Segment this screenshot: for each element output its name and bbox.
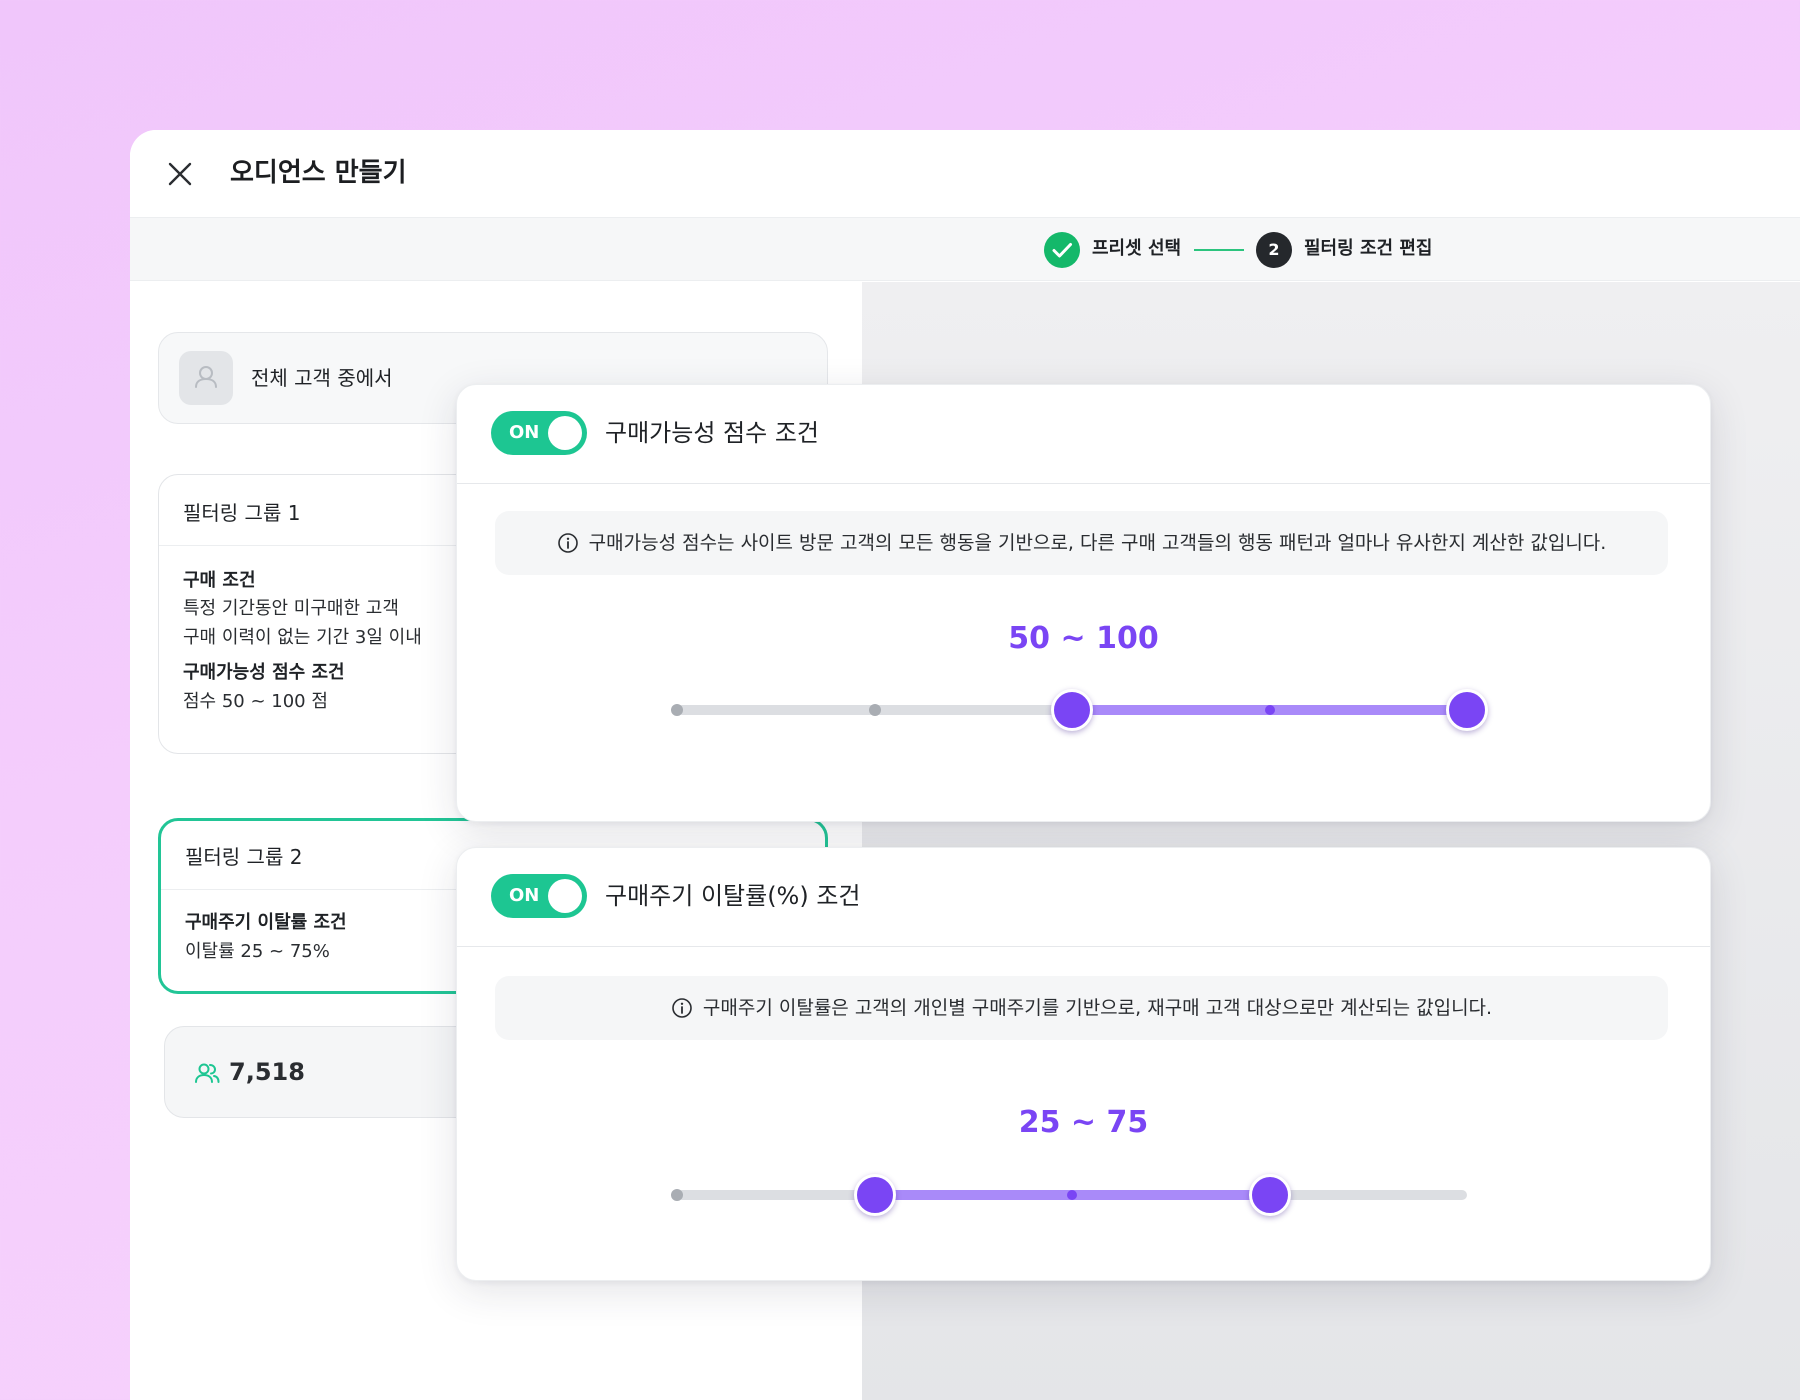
info-box: 구매주기 이탈률은 고객의 개인별 구매주기를 기반으로, 재구매 고객 대상으… (495, 976, 1668, 1040)
audience-source-label: 전체 고객 중에서 (251, 366, 393, 390)
close-icon (168, 162, 192, 186)
slider-low-handle[interactable] (1051, 689, 1093, 731)
divider (457, 483, 1710, 484)
group-title: 필터링 그룹 2 (185, 845, 303, 869)
churn-range-slider[interactable] (671, 1170, 1467, 1220)
step-2-label[interactable]: 필터링 조건 편집 (1304, 236, 1432, 262)
audience-count: 7,518 (229, 1058, 305, 1086)
churn-condition-toggle[interactable]: ON (491, 874, 587, 918)
user-icon (179, 351, 233, 405)
condition-title: 구매가능성 점수 조건 (183, 662, 345, 683)
churn-condition-panel: ON 구매주기 이탈률(%) 조건 구매주기 이탈률은 고객의 개인별 구매주기… (456, 847, 1711, 1281)
condition-line: 점수 50 ~ 100 점 (183, 691, 328, 712)
score-condition-panel: ON 구매가능성 점수 조건 구매가능성 점수는 사이트 방문 고객의 모든 행… (456, 384, 1711, 822)
condition-line: 이탈률 25 ~ 75% (185, 941, 330, 962)
close-button[interactable] (164, 158, 196, 190)
condition-title: 구매주기 이탈률 조건 (185, 912, 347, 933)
toggle-label: ON (509, 422, 540, 443)
step-connector (1194, 249, 1244, 251)
page-title: 오디언스 만들기 (230, 158, 407, 188)
stepper: 프리셋 선택 2 필터링 조건 편집 (130, 218, 1800, 281)
title-bar: 오디언스 만들기 (130, 130, 1800, 218)
panel-title: 구매가능성 점수 조건 (605, 419, 819, 447)
condition-title: 구매 조건 (183, 570, 256, 591)
range-value-label: 25 ~ 75 (1018, 1105, 1149, 1140)
toggle-label: ON (509, 885, 540, 906)
score-condition-toggle[interactable]: ON (491, 411, 587, 455)
slider-low-handle[interactable] (853, 1174, 896, 1216)
slider-tick (671, 704, 683, 716)
info-text: 구매가능성 점수는 사이트 방문 고객의 모든 행동을 기반으로, 다른 구매 … (588, 532, 1607, 554)
group-title: 필터링 그룹 1 (183, 501, 301, 525)
slider-tick (1264, 705, 1275, 715)
panel-title: 구매주기 이탈률(%) 조건 (605, 882, 861, 910)
info-icon (671, 997, 693, 1019)
check-icon (1052, 243, 1072, 258)
slider-tick (671, 1189, 683, 1201)
step-done-badge (1044, 232, 1080, 268)
range-value-label: 50 ~ 100 (1008, 621, 1159, 656)
condition-line: 특정 기간동안 미구매한 고객 (183, 598, 399, 619)
info-icon (557, 532, 579, 554)
divider (457, 946, 1710, 947)
condition-line: 구매 이력이 없는 기간 3일 이내 (183, 627, 422, 648)
toggle-knob (548, 879, 582, 913)
users-icon (193, 1059, 221, 1087)
step-1-label[interactable]: 프리셋 선택 (1092, 236, 1181, 262)
slider-tick (868, 704, 881, 716)
slider-tick (1067, 1190, 1077, 1200)
score-range-slider[interactable] (671, 685, 1488, 735)
slider-high-handle[interactable] (1446, 689, 1488, 731)
info-box: 구매가능성 점수는 사이트 방문 고객의 모든 행동을 기반으로, 다른 구매 … (495, 511, 1668, 575)
info-text: 구매주기 이탈률은 고객의 개인별 구매주기를 기반으로, 재구매 고객 대상으… (702, 997, 1493, 1019)
slider-high-handle[interactable] (1248, 1174, 1291, 1216)
toggle-knob (548, 416, 582, 450)
step-2-badge: 2 (1256, 232, 1292, 268)
